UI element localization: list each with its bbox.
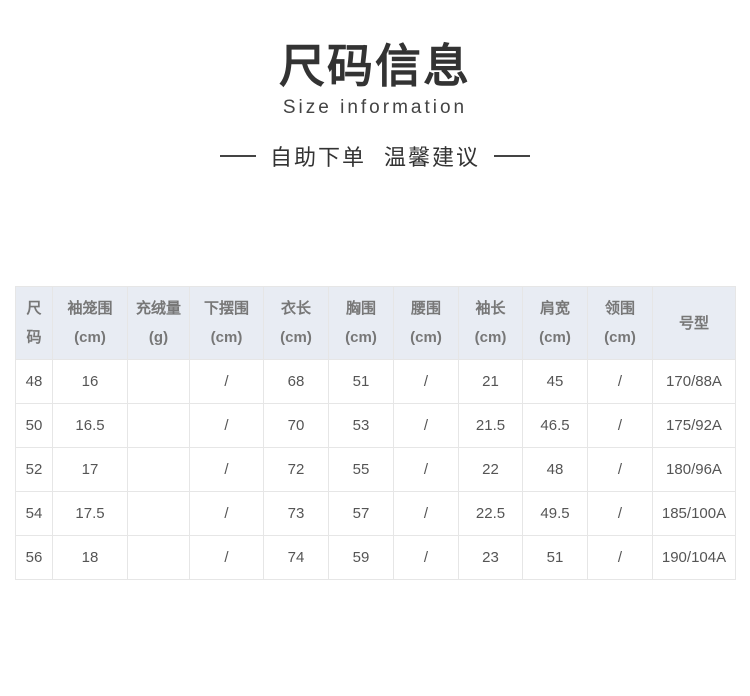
cell-chest: 51 bbox=[328, 359, 394, 404]
cell-chest: 57 bbox=[328, 491, 394, 536]
cell-model: 185/100A bbox=[652, 491, 736, 536]
cell-length: 74 bbox=[263, 535, 329, 580]
header-fill-weight: 充绒量 (g) bbox=[127, 286, 190, 360]
cell-shoulder: 48 bbox=[522, 447, 588, 492]
cell-chest: 55 bbox=[328, 447, 394, 492]
header-model: 号型 bbox=[652, 286, 736, 360]
cell-shoulder: 46.5 bbox=[522, 403, 588, 448]
cell-armhole: 16 bbox=[52, 359, 128, 404]
cell-shoulder: 45 bbox=[522, 359, 588, 404]
header-length: 衣长 (cm) bbox=[263, 286, 329, 360]
cell-hem: / bbox=[189, 447, 264, 492]
cell-sleeve: 23 bbox=[458, 535, 523, 580]
cell-waist: / bbox=[393, 403, 459, 448]
table-row: 50 16.5 / 70 53 / 21.5 46.5 / 175/92A bbox=[15, 403, 736, 448]
cell-length: 73 bbox=[263, 491, 329, 536]
cell-model: 190/104A bbox=[652, 535, 736, 580]
header-armhole: 袖笼围 (cm) bbox=[52, 286, 128, 360]
cell-shoulder: 49.5 bbox=[522, 491, 588, 536]
table-row: 56 18 / 74 59 / 23 51 / 190/104A bbox=[15, 535, 736, 580]
cell-collar: / bbox=[587, 359, 653, 404]
cell-hem: / bbox=[189, 403, 264, 448]
cell-size: 56 bbox=[15, 535, 53, 580]
cell-size: 48 bbox=[15, 359, 53, 404]
cell-size: 54 bbox=[15, 491, 53, 536]
cell-chest: 59 bbox=[328, 535, 394, 580]
cell-armhole: 16.5 bbox=[52, 403, 128, 448]
cell-model: 175/92A bbox=[652, 403, 736, 448]
cell-sleeve: 22.5 bbox=[458, 491, 523, 536]
cell-armhole: 17 bbox=[52, 447, 128, 492]
cell-length: 70 bbox=[263, 403, 329, 448]
size-table: 尺码 袖笼围 (cm) 充绒量 (g) 下摆围 (cm) 衣长 (cm) 胸围 (cm) … bbox=[15, 286, 736, 580]
header-size: 尺码 bbox=[15, 286, 53, 360]
size-table-container: 尺码 袖笼围 (cm) 充绒量 (g) 下摆围 (cm) 衣长 (cm) 胸围 (cm) … bbox=[15, 286, 736, 580]
header-collar: 领围 (cm) bbox=[587, 286, 653, 360]
cell-armhole: 17.5 bbox=[52, 491, 128, 536]
cell-hem: / bbox=[189, 491, 264, 536]
cell-length: 72 bbox=[263, 447, 329, 492]
tips-heading-text: 自助下单 温馨建议 bbox=[270, 146, 480, 171]
cell-hem: / bbox=[189, 359, 264, 404]
cell-fill-weight bbox=[127, 491, 190, 536]
cell-fill-weight bbox=[127, 359, 190, 404]
table-header-row: 尺码 袖笼围 (cm) 充绒量 (g) 下摆围 (cm) 衣长 (cm) 胸围 (cm) … bbox=[15, 286, 736, 360]
cell-chest: 53 bbox=[328, 403, 394, 448]
cell-size: 52 bbox=[15, 447, 53, 492]
cell-collar: / bbox=[587, 447, 653, 492]
cell-collar: / bbox=[587, 535, 653, 580]
tips-heading: 自助下单 温馨建议 bbox=[0, 140, 750, 172]
header-shoulder: 肩宽 (cm) bbox=[522, 286, 588, 360]
cell-collar: / bbox=[587, 491, 653, 536]
cell-hem: / bbox=[189, 535, 264, 580]
page-subtitle-english: Size information bbox=[282, 97, 468, 118]
cell-sleeve: 22 bbox=[458, 447, 523, 492]
cell-sleeve: 21 bbox=[458, 359, 523, 404]
cell-waist: / bbox=[393, 447, 459, 492]
page-title: 尺码信息 bbox=[279, 39, 471, 93]
right-dash-divider bbox=[494, 155, 530, 157]
left-dash-divider bbox=[220, 155, 256, 157]
cell-length: 68 bbox=[263, 359, 329, 404]
cell-model: 180/96A bbox=[652, 447, 736, 492]
cell-shoulder: 51 bbox=[522, 535, 588, 580]
table-row: 52 17 / 72 55 / 22 48 / 180/96A bbox=[15, 447, 736, 492]
cell-fill-weight bbox=[127, 535, 190, 580]
table-row: 48 16 / 68 51 / 21 45 / 170/88A bbox=[15, 359, 736, 404]
header-hem: 下摆围 (cm) bbox=[189, 286, 264, 360]
cell-model: 170/88A bbox=[652, 359, 736, 404]
cell-armhole: 18 bbox=[52, 535, 128, 580]
cell-collar: / bbox=[587, 403, 653, 448]
cell-size: 50 bbox=[15, 403, 53, 448]
header-waist: 腰围 (cm) bbox=[393, 286, 459, 360]
cell-sleeve: 21.5 bbox=[458, 403, 523, 448]
header-chest: 胸围 (cm) bbox=[328, 286, 394, 360]
cell-waist: / bbox=[393, 535, 459, 580]
cell-fill-weight bbox=[127, 447, 190, 492]
header-sleeve: 袖长 (cm) bbox=[458, 286, 523, 360]
table-row: 54 17.5 / 73 57 / 22.5 49.5 / 185/100A bbox=[15, 491, 736, 536]
cell-waist: / bbox=[393, 359, 459, 404]
cell-fill-weight bbox=[127, 403, 190, 448]
cell-waist: / bbox=[393, 491, 459, 536]
